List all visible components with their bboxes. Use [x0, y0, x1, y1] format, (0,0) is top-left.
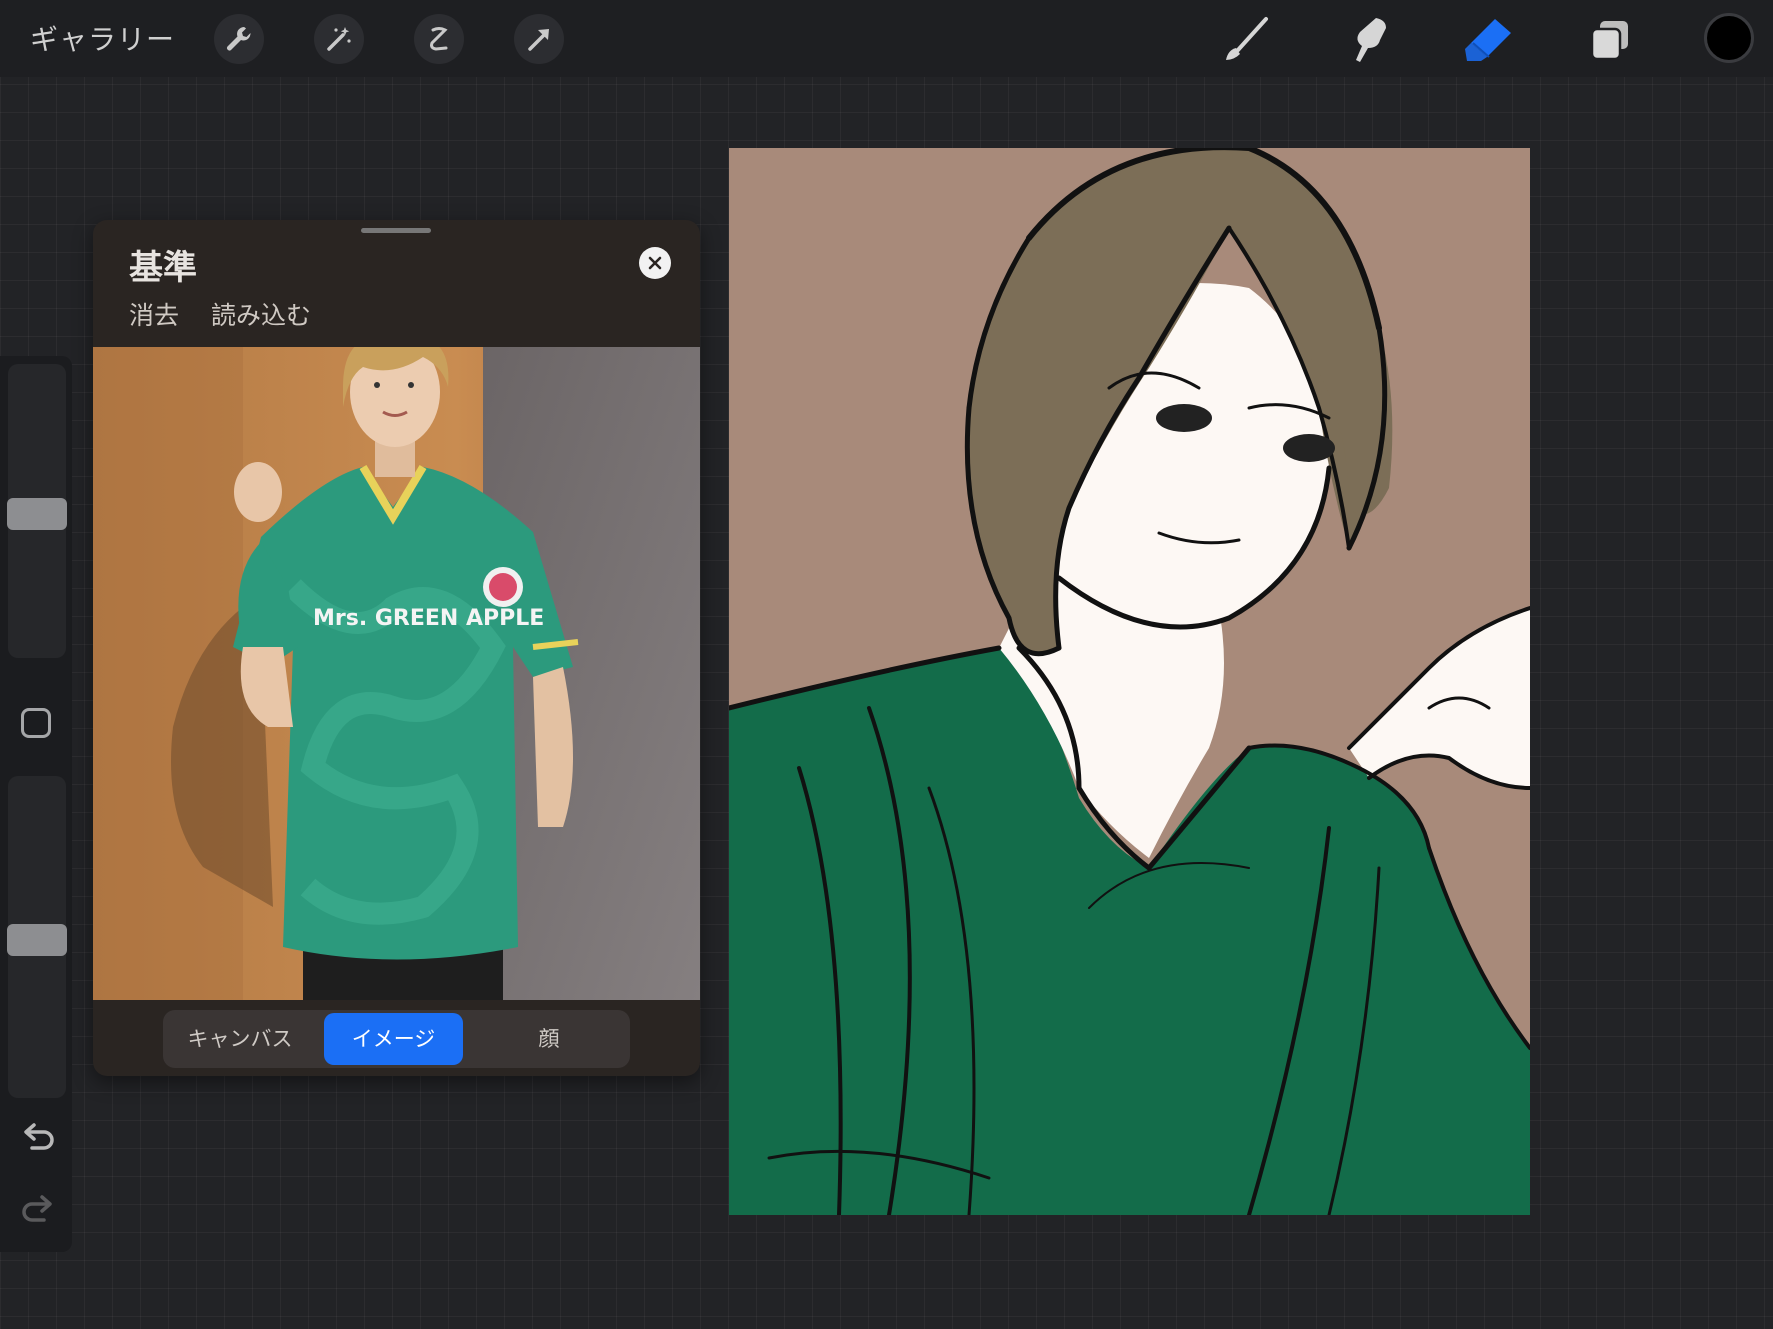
reference-panel: 基準 消去 読み込む Mrs. GREEN APPLE キャンバス イメージ 顔: [93, 220, 700, 1076]
brush-size-thumb[interactable]: [7, 497, 67, 530]
redo-icon[interactable]: [18, 1188, 58, 1228]
clear-button[interactable]: 消去: [129, 296, 179, 332]
eraser-icon: [1465, 19, 1511, 61]
undo-icon[interactable]: [18, 1116, 58, 1156]
import-button[interactable]: 読み込む: [211, 296, 311, 332]
reference-title: 基準: [129, 248, 197, 288]
smudge-icon: [1356, 18, 1386, 62]
reference-mode-segmented-control: キャンバス イメージ 顔: [163, 1010, 630, 1068]
smudge-tool[interactable]: [1340, 12, 1396, 68]
reference-image: Mrs. GREEN APPLE: [93, 347, 700, 1000]
tab-image[interactable]: イメージ: [324, 1013, 463, 1065]
gallery-button[interactable]: ギャラリー: [30, 18, 175, 58]
adjustments-button[interactable]: [314, 14, 364, 64]
color-picker-button[interactable]: [1704, 13, 1754, 63]
eraser-tool[interactable]: [1460, 12, 1516, 68]
wrench-icon: [227, 27, 251, 51]
tab-face[interactable]: 顔: [474, 1013, 624, 1065]
layers-icon: [1590, 21, 1628, 61]
sidebar: [0, 356, 72, 1252]
brush-tool[interactable]: [1218, 12, 1274, 68]
brush-icon: [1226, 17, 1268, 60]
modify-button[interactable]: [21, 708, 51, 738]
tab-canvas[interactable]: キャンバス: [167, 1013, 313, 1065]
top-toolbar: ギャラリー: [0, 0, 1773, 77]
drawing-canvas[interactable]: [729, 148, 1530, 1215]
shirt-print-text: Mrs. GREEN APPLE: [313, 606, 544, 631]
opacity-thumb[interactable]: [7, 923, 67, 956]
panel-grabber[interactable]: [361, 228, 431, 233]
actions-button[interactable]: [214, 14, 264, 64]
close-button[interactable]: [639, 247, 671, 279]
selection-icon: [430, 27, 448, 51]
selection-button[interactable]: [414, 14, 464, 64]
close-icon: [648, 256, 662, 270]
magic-wand-icon: [327, 27, 351, 51]
transform-arrow-icon: [528, 29, 549, 51]
layers-tool[interactable]: [1582, 12, 1638, 68]
transform-button[interactable]: [514, 14, 564, 64]
